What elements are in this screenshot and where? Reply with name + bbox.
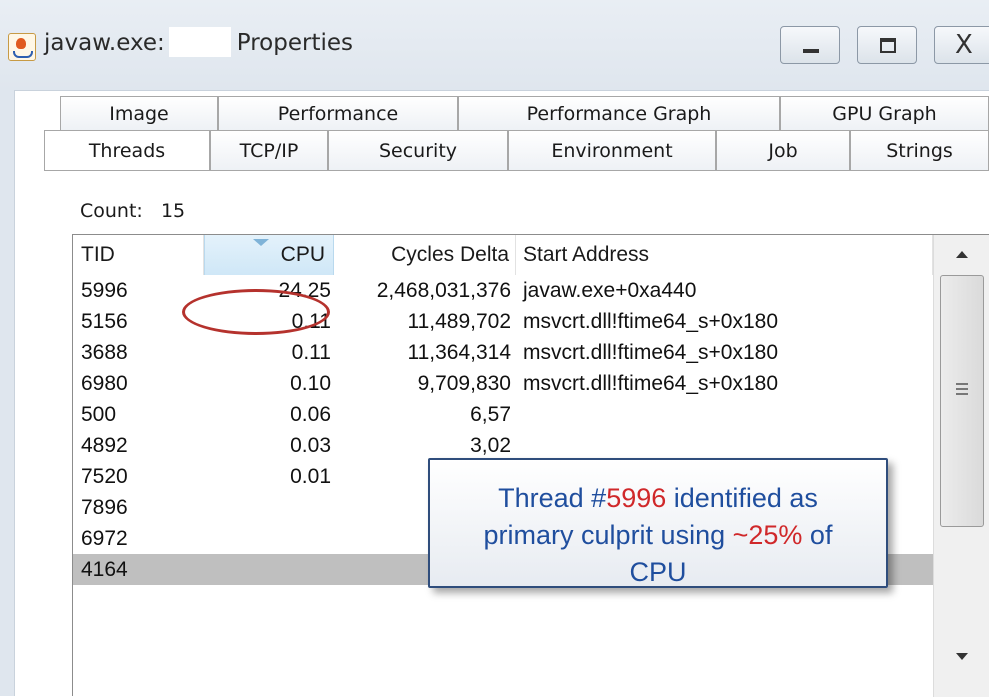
minimize-button[interactable]: [780, 26, 840, 64]
close-button[interactable]: X: [934, 26, 989, 64]
tab-job[interactable]: Job: [716, 130, 850, 170]
column-header-tid-label: TID: [81, 243, 115, 266]
cell-tid: 4164: [81, 558, 128, 581]
redacted-process-id: [168, 26, 231, 57]
callout-line-1: Thread #5996 identified as: [430, 480, 886, 517]
callout-thread-id: 5996: [606, 483, 667, 513]
cell-start-address: msvcrt.dll!ftime64_s+0x180: [523, 310, 779, 333]
window-title-suffix: Properties: [236, 30, 353, 56]
cell-tid: 6972: [81, 527, 128, 550]
callout-text: of: [802, 520, 833, 550]
vertical-scrollbar[interactable]: [933, 235, 989, 697]
tab-strings[interactable]: Strings: [850, 130, 989, 170]
window-title-prefix: javaw.exe:: [44, 30, 165, 56]
cell-tid: 5996: [81, 279, 128, 302]
cell-tid: 4892: [81, 434, 128, 457]
cell-tid: 6980: [81, 372, 128, 395]
callout-percentage: ~25%: [732, 520, 803, 550]
tab-threads[interactable]: Threads: [44, 130, 210, 170]
cell-tid: 7520: [81, 465, 128, 488]
cell-cpu: 0.10: [290, 372, 331, 395]
callout-line-2: primary culprit using ~25% of: [430, 517, 886, 554]
cell-tid: 5156: [81, 310, 128, 333]
cell-cycles-delta: 11,489,702: [407, 310, 511, 333]
column-header-start-address[interactable]: Start Address: [516, 235, 933, 275]
cell-cpu: 0.03: [290, 434, 331, 457]
cell-cycles-delta: 11,364,314: [407, 341, 511, 364]
column-header-cycles-delta[interactable]: Cycles Delta: [334, 235, 516, 275]
window-frame-left: [0, 90, 15, 696]
scroll-grip-line: [956, 393, 968, 395]
cell-cpu: 0.11: [291, 341, 331, 364]
close-icon: X: [955, 30, 973, 60]
tab-performance[interactable]: Performance: [218, 96, 458, 130]
column-header-cpu-label: CPU: [280, 243, 325, 266]
tab-environment[interactable]: Environment: [508, 130, 716, 170]
tab-security[interactable]: Security: [328, 130, 508, 170]
column-header-address-label: Start Address: [523, 243, 650, 266]
scroll-grip-line: [956, 388, 968, 390]
table-row[interactable]: 3688 0.11 11,364,314 msvcrt.dll!ftime64_s+0…: [73, 337, 933, 368]
cell-cpu: [203, 523, 331, 554]
table-row[interactable]: 6980 0.10 9,709,830 msvcrt.dll!ftime64_s+0x…: [73, 368, 933, 399]
cell-cycles-delta: 9,709,830: [417, 372, 511, 395]
cell-start-address: msvcrt.dll!ftime64_s+0x180: [523, 372, 779, 395]
sort-descending-icon: [253, 239, 269, 246]
cell-cycles-delta: 2,468,031,376: [376, 279, 511, 302]
cell-tid: 3688: [81, 341, 128, 364]
callout-text: Thread #: [498, 483, 607, 513]
cell-cpu: [203, 554, 331, 585]
tab-image[interactable]: Image: [60, 96, 218, 130]
column-header-cycles-label: Cycles Delta: [391, 243, 509, 266]
cell-cpu: [203, 492, 331, 523]
tab-tcpip[interactable]: TCP/IP: [210, 130, 328, 170]
thread-count-value: 15: [160, 200, 186, 222]
tab-gpu-graph[interactable]: GPU Graph: [780, 96, 989, 130]
scroll-thumb[interactable]: [940, 275, 984, 527]
annotation-callout: Thread #5996 identified as primary culpr…: [428, 458, 888, 588]
cell-cycles-delta: 3,02: [470, 434, 511, 457]
highlight-circle: [182, 289, 330, 335]
window-title: javaw.exe: Properties: [44, 26, 353, 57]
cell-tid: 7896: [81, 496, 128, 519]
column-header-cpu[interactable]: CPU: [204, 235, 334, 275]
table-row[interactable]: 4892 0.03 3,02: [73, 430, 933, 461]
cell-start-address: msvcrt.dll!ftime64_s+0x180: [523, 341, 779, 364]
minimize-icon: [803, 49, 819, 53]
cell-start-address: javaw.exe+0xa440: [523, 279, 697, 302]
cell-tid: 500: [81, 403, 117, 426]
java-app-icon[interactable]: [8, 33, 36, 61]
tab-panel-border: [44, 170, 989, 171]
table-row[interactable]: 500 0.06 6,57: [73, 399, 933, 430]
scroll-up-arrow-icon[interactable]: [934, 235, 989, 275]
maximize-icon: [880, 38, 896, 53]
cell-cycles-delta: 6,57: [470, 403, 511, 426]
scroll-grip-line: [956, 383, 968, 385]
maximize-button[interactable]: [857, 26, 917, 64]
tab-performance-graph[interactable]: Performance Graph: [458, 96, 780, 130]
scroll-down-arrow-icon[interactable]: [934, 637, 989, 677]
column-header-tid[interactable]: TID: [73, 235, 204, 275]
cell-cpu: 0.01: [290, 465, 331, 488]
title-bar: javaw.exe: Properties X: [0, 0, 989, 91]
thread-count-label: Count:: [80, 200, 143, 222]
callout-text: identified as: [666, 483, 818, 513]
thread-count: Count: 15: [80, 200, 185, 222]
cell-cpu: 0.06: [290, 403, 331, 426]
callout-line-3: CPU: [629, 557, 687, 587]
callout-text: primary culprit using: [483, 520, 733, 550]
